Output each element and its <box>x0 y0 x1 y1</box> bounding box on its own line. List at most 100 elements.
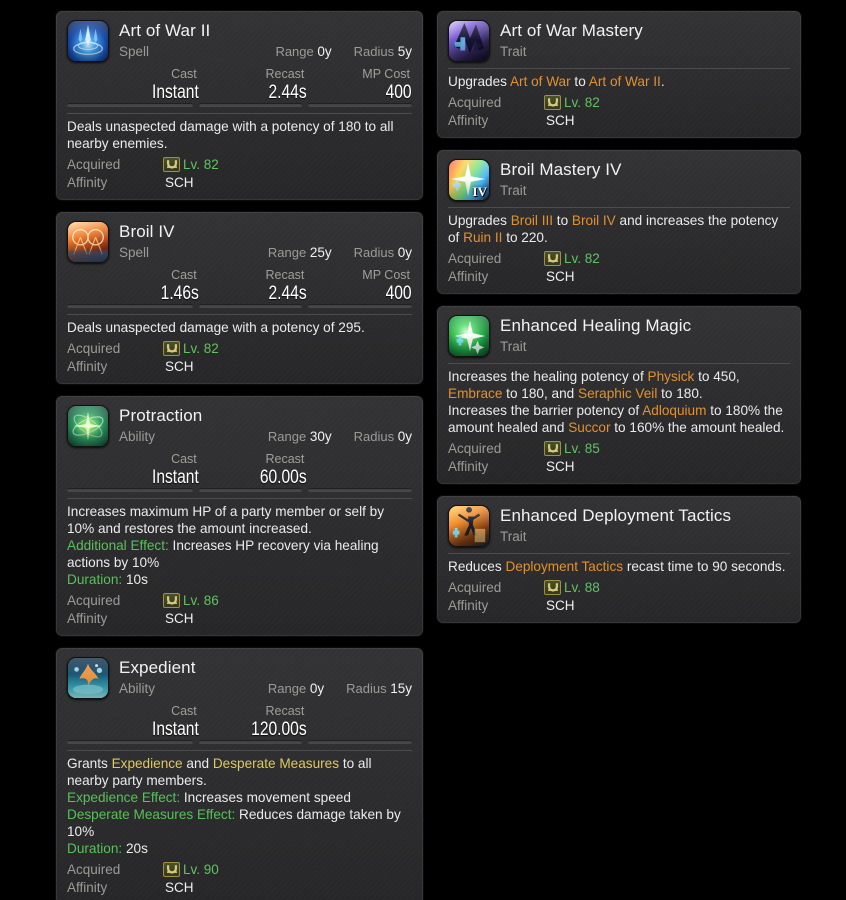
card-subrow: Ability Range 0y Radius 15y <box>119 681 412 696</box>
affinity-value: SCH <box>546 458 575 474</box>
mp-cost-label <box>306 452 412 467</box>
acquired-level: Lv. 86 <box>183 592 219 608</box>
acquired-level: Lv. 82 <box>183 340 219 356</box>
scholar-job-glyph <box>166 344 177 353</box>
affinity-row: Affinity SCH <box>67 173 412 191</box>
stat-bars <box>67 488 412 492</box>
radius-label: Radius <box>353 429 395 444</box>
ability-tooltip-card[interactable]: Broil IV Spell Range 25y Radius 0y Cast … <box>55 211 424 385</box>
card-kind: Trait <box>500 44 527 59</box>
acquired-level: Lv. 82 <box>183 156 219 172</box>
card-effect: Duration: 20s <box>67 840 412 857</box>
affinity-row: Affinity SCH <box>448 111 790 129</box>
acquired-value: Lv. 82 <box>163 156 219 172</box>
card-header: IV Broil Mastery IV Trait <box>448 159 790 201</box>
stat-values: Instant 60.00s <box>67 467 412 488</box>
card-description-block: Increases the healing potency of Physick… <box>448 368 790 436</box>
ability-tooltip-card[interactable]: Art of War Mastery Trait Upgrades Art of… <box>436 10 802 139</box>
effect-text: 10s <box>122 572 148 587</box>
mp-cost-value <box>325 719 412 740</box>
broil-iv-icon <box>67 221 109 263</box>
card-title: Art of War II <box>119 21 211 40</box>
desc-segment: to 180, and <box>502 386 578 401</box>
card-meta: Acquired Lv. 90 Affinity SCH <box>67 860 412 896</box>
tooltip-columns: Art of War II Spell Range 0y Radius 5y C… <box>0 10 846 900</box>
art-of-war-mastery-icon <box>448 20 490 62</box>
card-description: Reduces Deployment Tactics recast time t… <box>448 558 790 575</box>
card-kind: Trait <box>500 183 527 198</box>
affinity-value: SCH <box>165 174 194 190</box>
desc-segment: Embrace <box>448 386 503 401</box>
recast-label: Recast <box>265 452 305 466</box>
acquired-level: Lv. 82 <box>564 94 600 110</box>
desc-segment: to <box>570 74 589 89</box>
scholar-job-glyph <box>547 98 558 107</box>
cast-bar <box>67 740 193 744</box>
desc-segment: to <box>553 213 572 228</box>
range-label: Range <box>275 44 314 59</box>
card-meta: Acquired Lv. 82 Affinity SCH <box>448 249 790 285</box>
acquired-row: Acquired Lv. 82 <box>448 249 790 267</box>
card-description-block: Deals unaspected damage with a potency o… <box>67 319 412 336</box>
acquired-label: Acquired <box>448 250 502 266</box>
card-header-text: Broil IV Spell Range 25y Radius 0y <box>119 221 412 260</box>
mp-cost-value <box>325 467 412 488</box>
card-description: Upgrades Art of War to Art of War II. <box>448 73 790 90</box>
affinity-value: SCH <box>546 268 575 284</box>
affinity-row: Affinity SCH <box>448 457 790 475</box>
affinity-row: Affinity SCH <box>67 357 412 375</box>
card-subrow: Trait <box>500 339 790 354</box>
card-description-block: Grants Expedience and Desperate Measures… <box>67 755 412 857</box>
radius-label: Radius <box>353 245 395 260</box>
cast-label: Cast <box>171 268 197 282</box>
mp-cost-bar <box>308 488 412 492</box>
card-subrow: Trait <box>500 183 790 198</box>
radius-label: Radius <box>346 681 387 696</box>
recast-label: Recast <box>265 704 305 718</box>
affinity-value: SCH <box>165 610 194 626</box>
card-kind: Spell <box>119 245 150 260</box>
affinity-row: Affinity SCH <box>67 609 412 627</box>
ability-tooltip-card[interactable]: Enhanced Healing Magic Trait Increases t… <box>436 305 802 485</box>
affinity-row: Affinity SCH <box>448 267 790 285</box>
card-effect: Duration: 10s <box>67 571 412 588</box>
card-header-text: Enhanced Healing Magic Trait <box>500 315 790 354</box>
effect-label: Additional Effect: <box>67 538 169 553</box>
tooltip-board: Art of War II Spell Range 0y Radius 5y C… <box>0 0 846 900</box>
card-description: Upgrades Broil III to Broil IV and incre… <box>448 212 790 246</box>
acquired-label: Acquired <box>67 861 121 877</box>
desc-segment: Grants <box>67 756 112 771</box>
ability-tooltip-card[interactable]: Protraction Ability Range 30y Radius 0y <box>55 395 424 637</box>
scholar-job-glyph <box>547 254 558 263</box>
ability-tooltip-card[interactable]: Art of War II Spell Range 0y Radius 5y C… <box>55 10 424 201</box>
ability-tooltip-card[interactable]: IV Broil Mastery IV Trait Upgrades Broil… <box>436 149 802 295</box>
card-description: Deals unaspected damage with a potency o… <box>67 119 394 151</box>
desc-segment: to 450, <box>694 369 740 384</box>
acquired-row: Acquired Lv. 90 <box>67 860 412 878</box>
range-value: 0y <box>309 681 325 696</box>
mp-cost-label: MP Cost <box>362 268 410 282</box>
acquired-label: Acquired <box>448 579 502 595</box>
acquired-value: Lv. 82 <box>163 340 219 356</box>
cast-value: Instant <box>152 719 199 740</box>
cast-label: Cast <box>171 67 197 81</box>
desc-segment: Broil IV <box>571 213 616 228</box>
recast-label: Recast <box>265 268 305 282</box>
card-divider <box>448 68 790 69</box>
protraction-icon <box>67 405 109 447</box>
range-stat: Range 25y <box>268 245 332 260</box>
ability-tooltip-card[interactable]: Expedient Ability Range 0y Radius 15y Ca… <box>55 647 424 900</box>
stat-bars <box>67 103 412 107</box>
ability-tooltip-card[interactable]: Enhanced Deployment Tactics Trait Reduce… <box>436 495 802 624</box>
card-stats: Cast Recast Instant 120.00s <box>67 704 412 744</box>
desc-segment: Upgrades <box>448 74 510 89</box>
cast-value: 1.46s <box>160 283 199 304</box>
scholar-job-icon <box>544 250 561 266</box>
card-kind: Ability <box>119 429 156 444</box>
range-stat: Range 0y <box>275 44 331 59</box>
card-description: Increases maximum HP of a party member o… <box>67 504 385 536</box>
recast-value: 2.44s <box>268 283 307 304</box>
scholar-job-icon <box>544 94 561 110</box>
art-of-war-ii-icon <box>67 20 109 62</box>
cast-bar <box>67 304 193 308</box>
